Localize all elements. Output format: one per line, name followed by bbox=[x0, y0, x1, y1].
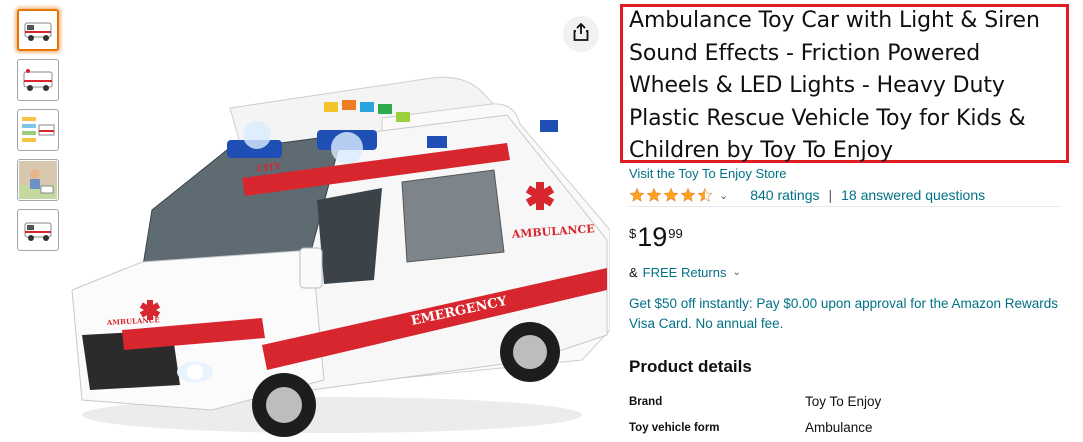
ratings-count-link[interactable]: 840 ratings bbox=[750, 187, 819, 203]
returns-row: & FREE Returns ⌄ bbox=[629, 265, 741, 280]
detail-key: Toy vehicle form bbox=[629, 422, 720, 434]
chevron-down-icon[interactable]: ⌄ bbox=[719, 189, 728, 202]
star-icon bbox=[663, 187, 679, 202]
rating-row: ⌄ 840 ratings | 18 answered questions bbox=[629, 185, 985, 205]
free-returns-link[interactable]: FREE Returns bbox=[643, 265, 727, 280]
star-icon bbox=[629, 187, 645, 202]
detail-row-vehicle-form: Toy vehicle form Ambulance bbox=[629, 420, 1059, 435]
thumbnail-strip bbox=[17, 9, 61, 259]
price-fraction: 99 bbox=[668, 226, 683, 241]
thumbnail-4[interactable] bbox=[17, 159, 59, 201]
star-icon bbox=[646, 187, 662, 202]
promo-link[interactable]: Get $50 off instantly: Pay $0.00 upon ap… bbox=[629, 294, 1059, 334]
thumbnail-1[interactable] bbox=[17, 9, 59, 51]
thumbnail-5[interactable] bbox=[17, 209, 59, 251]
price-whole: 19 bbox=[637, 222, 668, 252]
separator: | bbox=[828, 187, 833, 203]
half-star-icon bbox=[697, 187, 713, 202]
detail-key: Brand bbox=[629, 396, 663, 408]
price-symbol: $ bbox=[629, 226, 637, 241]
thumbnail-2[interactable] bbox=[17, 59, 59, 101]
product-main-image[interactable]: AMBULANCE CITY CITY EMERGENCY AMBULANCE bbox=[62, 0, 611, 442]
share-icon bbox=[573, 22, 589, 45]
star-icon bbox=[680, 187, 696, 202]
detail-value: Toy To Enjoy bbox=[805, 394, 882, 409]
thumbnail-3[interactable] bbox=[17, 109, 59, 151]
store-link[interactable]: Visit the Toy To Enjoy Store bbox=[629, 166, 787, 181]
returns-prefix: & bbox=[629, 265, 638, 280]
product-title: Ambulance Toy Car with Light & Siren Sou… bbox=[629, 8, 1040, 163]
star-rating[interactable] bbox=[629, 187, 713, 203]
answered-questions-link[interactable]: 18 answered questions bbox=[841, 187, 985, 203]
detail-value: Ambulance bbox=[805, 420, 873, 435]
detail-row-brand: Brand Toy To Enjoy bbox=[629, 394, 1059, 409]
price: $ 19 99 bbox=[629, 222, 683, 252]
divider bbox=[629, 206, 1061, 207]
share-button[interactable] bbox=[563, 16, 599, 52]
chevron-down-icon[interactable]: ⌄ bbox=[732, 267, 740, 278]
product-details-heading: Product details bbox=[629, 357, 752, 376]
